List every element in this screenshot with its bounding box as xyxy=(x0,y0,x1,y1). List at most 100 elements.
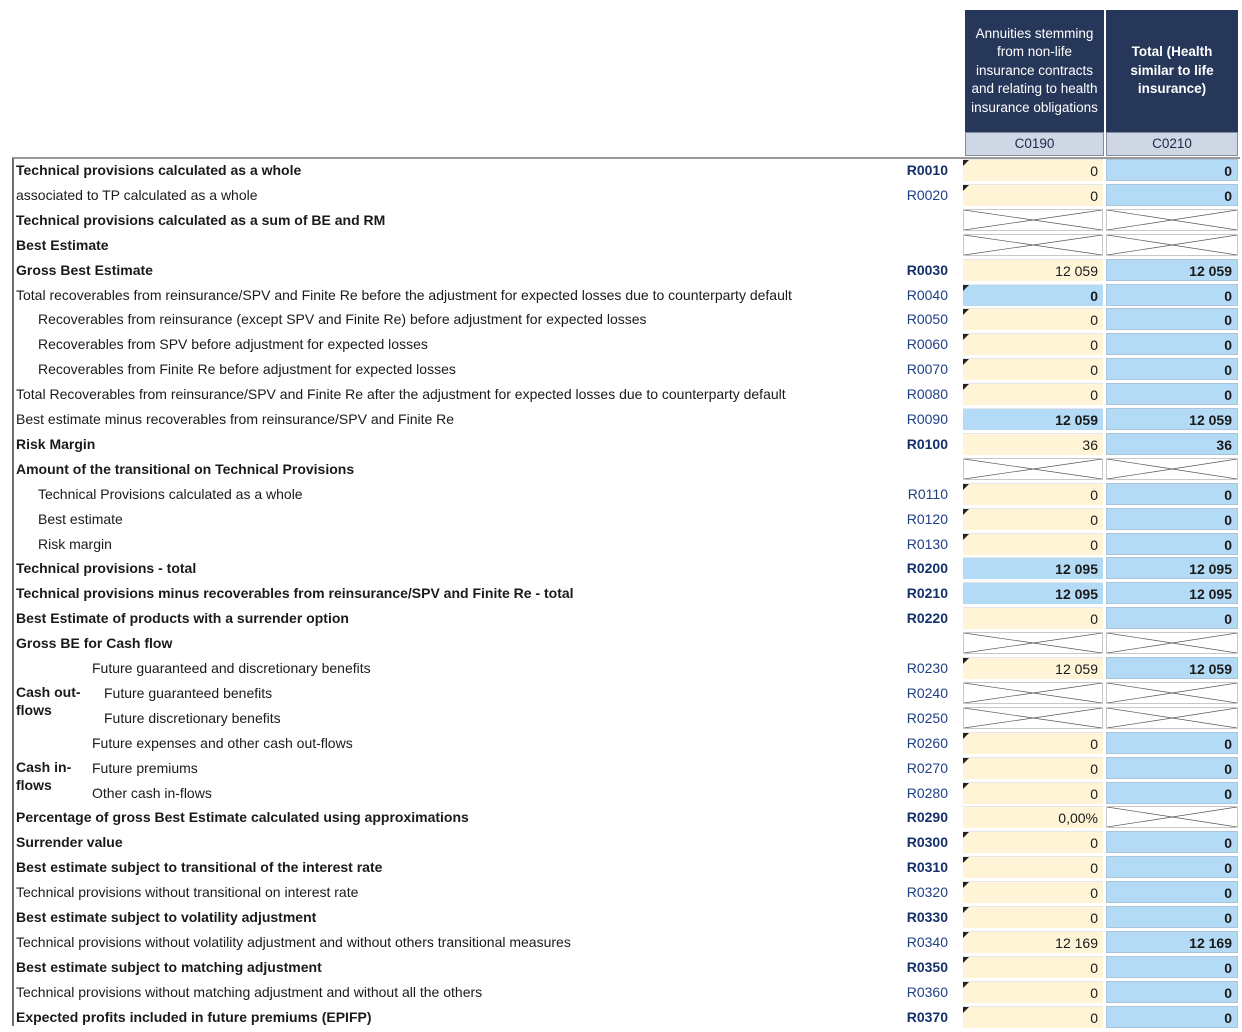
cell-c0190[interactable]: 0 xyxy=(963,507,1103,530)
cell-c0210[interactable]: 0 xyxy=(1106,881,1238,904)
cell-c0190[interactable]: 0 xyxy=(963,283,1103,306)
cell-c0210 xyxy=(1106,457,1238,480)
cell-c0190[interactable]: 0 xyxy=(963,607,1103,630)
cell-c0190[interactable]: 0 xyxy=(963,183,1103,206)
cell-c0190[interactable]: 0 xyxy=(963,532,1103,555)
cell-c0190[interactable]: 12 095 xyxy=(963,582,1103,605)
cell-c0190[interactable]: 12 059 xyxy=(963,258,1103,281)
row-label: Gross Best Estimate xyxy=(16,261,153,278)
cell-c0190[interactable]: 0 xyxy=(963,781,1103,804)
column-code-c0210: C0210 xyxy=(1106,132,1238,156)
cell-c0210 xyxy=(1106,706,1238,729)
cell-c0190[interactable]: 0 xyxy=(963,333,1103,356)
row-code: R0280 xyxy=(906,784,948,801)
row-label: Future expenses and other cash out-flows xyxy=(92,734,353,751)
cell-c0190[interactable]: 36 xyxy=(963,432,1103,455)
cell-c0190[interactable]: 12 059 xyxy=(963,657,1103,679)
cell-comment-marker-icon xyxy=(963,1006,969,1013)
cell-c0190[interactable]: 0 xyxy=(963,482,1103,505)
row-label: Future guaranteed and discretionary bene… xyxy=(92,660,371,676)
cell-c0190[interactable]: 0 xyxy=(963,955,1103,978)
table-row: Future guaranteed benefits R0240 xyxy=(0,681,1242,705)
table-row: Gross Best Estimate R0030 12 059 12 059 xyxy=(0,258,1242,282)
cell-c0210[interactable]: 0 xyxy=(1106,955,1238,978)
cell-c0210[interactable]: 0 xyxy=(1106,1005,1238,1028)
cell-c0190 xyxy=(963,681,1103,704)
cell-c0210[interactable]: 0 xyxy=(1106,183,1238,206)
cell-c0190[interactable]: 0 xyxy=(963,831,1103,854)
column-code-c0190: C0190 xyxy=(965,132,1104,156)
cell-comment-marker-icon xyxy=(963,334,969,341)
cell-c0210[interactable]: 0 xyxy=(1106,906,1238,928)
cell-c0190[interactable]: 0 xyxy=(963,881,1103,904)
table-row: Technical Provisions calculated as a who… xyxy=(0,482,1242,506)
row-label: Future guaranteed benefits xyxy=(104,684,273,701)
cell-comment-marker-icon xyxy=(963,309,969,316)
cell-c0210[interactable]: 0 xyxy=(1106,308,1238,331)
cell-c0210[interactable]: 0 xyxy=(1106,856,1238,879)
cell-c0210[interactable]: 0 xyxy=(1106,731,1238,754)
row-code: R0020 xyxy=(906,186,948,203)
table-row: Technical provisions without transitiona… xyxy=(0,880,1242,904)
cell-c0210[interactable]: 12 095 xyxy=(1106,557,1238,580)
cell-c0190[interactable]: 0 xyxy=(963,1005,1103,1028)
row-code xyxy=(880,457,948,481)
cell-c0190 xyxy=(963,632,1103,655)
cell-c0190[interactable]: 0 xyxy=(963,383,1103,406)
row-label: Other cash in-flows xyxy=(92,784,212,801)
row-code: R0220 xyxy=(906,610,948,627)
cell-c0210[interactable]: 0 xyxy=(1106,482,1238,505)
cell-comment-marker-icon xyxy=(963,160,969,166)
cell-c0210[interactable]: 36 xyxy=(1106,432,1238,455)
cell-c0190[interactable]: 0 xyxy=(963,159,1103,181)
cell-c0210[interactable]: 0 xyxy=(1106,756,1238,779)
table-row: Recoverables from SPV before adjustment … xyxy=(0,332,1242,356)
table-row: Technical provisions calculated as a sum… xyxy=(0,208,1242,232)
cell-c0190 xyxy=(963,457,1103,480)
cell-comment-marker-icon xyxy=(963,658,969,664)
cell-c0190[interactable]: 0 xyxy=(963,358,1103,381)
table-row: Best estimate minus recoverables from re… xyxy=(0,407,1242,431)
row-code: R0350 xyxy=(906,958,948,975)
cell-comment-marker-icon xyxy=(963,981,969,988)
cell-c0190[interactable]: 0,00% xyxy=(963,806,1103,829)
table-row: Future discretionary benefits R0250 xyxy=(0,706,1242,730)
cell-c0190[interactable]: 0 xyxy=(963,756,1103,779)
cell-c0190[interactable]: 12 095 xyxy=(963,557,1103,580)
cell-c0210[interactable]: 12 059 xyxy=(1106,258,1238,281)
cell-c0210[interactable]: 0 xyxy=(1106,980,1238,1003)
cell-c0190[interactable]: 0 xyxy=(963,980,1103,1003)
cell-c0210[interactable]: 0 xyxy=(1106,358,1238,381)
table-row: Future premiums R0270 0 0 xyxy=(0,756,1242,780)
column-header-c0190-text: Annuities stemming from non-life insuran… xyxy=(971,25,1098,115)
row-label: Best estimate subject to matching adjust… xyxy=(16,958,322,975)
cell-c0190[interactable]: 0 xyxy=(963,906,1103,928)
cell-c0210[interactable]: 0 xyxy=(1106,532,1238,555)
cell-c0190[interactable]: 0 xyxy=(963,308,1103,331)
cell-c0210[interactable]: 12 059 xyxy=(1106,408,1238,430)
cell-c0210[interactable]: 12 059 xyxy=(1106,657,1238,679)
row-code: R0370 xyxy=(906,1008,948,1025)
cell-c0190[interactable]: 0 xyxy=(963,856,1103,879)
cell-c0210[interactable]: 0 xyxy=(1106,607,1238,630)
cell-c0190 xyxy=(963,208,1103,231)
cell-c0190[interactable]: 12 059 xyxy=(963,408,1103,430)
cell-c0210[interactable]: 12 169 xyxy=(1106,930,1238,953)
cell-comment-marker-icon xyxy=(963,359,969,366)
cell-c0210[interactable]: 0 xyxy=(1106,781,1238,804)
cell-c0210[interactable]: 0 xyxy=(1106,831,1238,854)
cell-c0190[interactable]: 0 xyxy=(963,731,1103,754)
cell-c0210[interactable]: 0 xyxy=(1106,159,1238,181)
row-code: R0200 xyxy=(906,560,948,577)
cell-c0210[interactable]: 12 095 xyxy=(1106,582,1238,605)
row-code: R0300 xyxy=(906,834,948,851)
table-row: Best Estimate of products with a surrend… xyxy=(0,606,1242,630)
cell-comment-marker-icon xyxy=(963,882,969,889)
cell-c0210[interactable]: 0 xyxy=(1106,507,1238,530)
cell-c0210[interactable]: 0 xyxy=(1106,383,1238,406)
cell-c0210[interactable]: 0 xyxy=(1106,283,1238,306)
cell-c0210 xyxy=(1106,632,1238,655)
cell-c0190[interactable]: 12 169 xyxy=(963,930,1103,953)
cell-c0210[interactable]: 0 xyxy=(1106,333,1238,356)
row-label: Risk Margin xyxy=(16,435,96,452)
